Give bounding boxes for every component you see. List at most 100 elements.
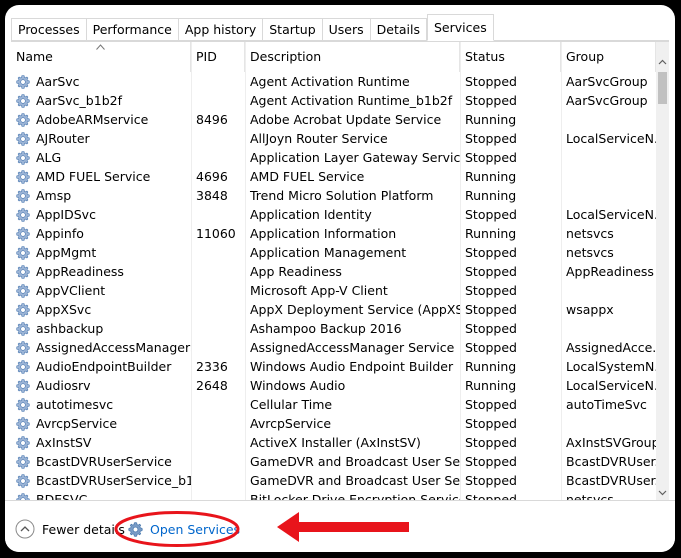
cell-pid <box>191 129 245 148</box>
table-row[interactable]: AJRouter AllJoyn Router Service Stopped Loc… <box>11 129 656 148</box>
cell-status: Running <box>460 376 561 395</box>
cell-name: AssignedAccessManagerSvc <box>11 338 191 357</box>
scroll-down-arrow-icon[interactable] <box>656 484 669 500</box>
table-row[interactable]: AppMgmt Application Management Stopped nets… <box>11 243 656 262</box>
table-row[interactable]: ashbackup Ashampoo Backup 2016 Stopped <box>11 319 656 338</box>
cell-group <box>561 110 656 129</box>
column-header-pid-label: PID <box>196 49 217 64</box>
vertical-scrollbar[interactable] <box>656 42 669 500</box>
column-header-description[interactable]: Description <box>245 42 460 72</box>
cell-description: AppX Deployment Service (AppXSVC) <box>245 300 460 319</box>
table-row[interactable]: AppReadiness App Readiness Stopped AppReadi… <box>11 262 656 281</box>
cell-group: AxInstSVGroup <box>561 433 656 452</box>
cell-group: BcastDVRUser... <box>561 471 656 490</box>
table-row[interactable]: AvrcpService AvrcpService Stopped <box>11 414 656 433</box>
table-row[interactable]: Appinfo 11060 Application Information Runni… <box>11 224 656 243</box>
cell-group: LocalServiceN... <box>561 205 656 224</box>
cell-description: Trend Micro Solution Platform <box>245 186 460 205</box>
gear-icon <box>15 283 31 299</box>
cell-name-text: AudioEndpointBuilder <box>36 359 172 374</box>
table-row[interactable]: AdobeARMservice 8496 Adobe Acrobat Update … <box>11 110 656 129</box>
table-row[interactable]: AppVClient Microsoft App-V Client Stopped <box>11 281 656 300</box>
table-row[interactable]: Audiosrv 2648 Windows Audio Running LocalSer… <box>11 376 656 395</box>
gear-icon <box>15 340 31 356</box>
cell-status-text: Stopped <box>465 283 517 298</box>
table-row[interactable]: AudioEndpointBuilder 2336 Windows Audio En… <box>11 357 656 376</box>
cell-description-text: BitLocker Drive Encryption Service <box>250 492 460 500</box>
table-row[interactable]: autotimesvc Cellular Time Stopped autoTimeS… <box>11 395 656 414</box>
cell-name: AppVClient <box>11 281 191 300</box>
cell-pid <box>191 433 245 452</box>
cell-group: AppReadiness <box>561 262 656 281</box>
cell-name-text: AppXSvc <box>36 302 92 317</box>
cell-description: AvrcpService <box>245 414 460 433</box>
table-row[interactable]: AarSvc_b1b2f Agent Activation Runtime_b1b… <box>11 91 656 110</box>
cell-name-text: AMD FUEL Service <box>36 169 151 184</box>
cell-group-text: netsvcs <box>566 226 614 241</box>
cell-status: Stopped <box>460 91 561 110</box>
cell-pid <box>191 395 245 414</box>
column-header-status[interactable]: Status <box>460 42 561 72</box>
gear-icon <box>15 454 31 470</box>
cell-status-text: Stopped <box>465 207 517 222</box>
cell-name-text: Audiosrv <box>36 378 91 393</box>
table-row[interactable]: ALG Application Layer Gateway Service Stop… <box>11 148 656 167</box>
gear-icon <box>15 435 31 451</box>
tab-startup[interactable]: Startup <box>263 18 323 41</box>
tab-performance[interactable]: Performance <box>86 18 179 41</box>
footer-bar: Fewer details Open Services <box>5 500 675 552</box>
cell-status: Stopped <box>460 205 561 224</box>
table-row[interactable]: BcastDVRUserService_b1b2f GameDVR and Bro… <box>11 471 656 490</box>
cell-pid: 3848 <box>191 186 245 205</box>
fewer-details-button[interactable]: Fewer details <box>15 518 125 540</box>
tab-users[interactable]: Users <box>322 18 371 41</box>
cell-name-text: BDESVC <box>36 492 88 500</box>
column-header-name[interactable]: Name <box>11 42 191 72</box>
cell-status-text: Stopped <box>465 245 517 260</box>
cell-name: AarSvc_b1b2f <box>11 91 191 110</box>
cell-group: LocalSystemN... <box>561 357 656 376</box>
table-row[interactable]: AxInstSV ActiveX Installer (AxInstSV) Stop… <box>11 433 656 452</box>
cell-description-text: Application Information <box>250 226 397 241</box>
cell-description: GameDVR and Broadcast User Service <box>245 452 460 471</box>
cell-status-text: Stopped <box>465 397 517 412</box>
tab-details[interactable]: Details <box>370 18 427 41</box>
gear-icon <box>15 245 31 261</box>
cell-description: Ashampoo Backup 2016 <box>245 319 460 338</box>
cell-status: Stopped <box>460 129 561 148</box>
cell-pid: 2648 <box>191 376 245 395</box>
column-header-group[interactable]: Group <box>561 42 656 72</box>
tab-processes[interactable]: Processes <box>11 18 87 41</box>
cell-status: Stopped <box>460 281 561 300</box>
table-row[interactable]: AssignedAccessManagerSvc AssignedAccessMa… <box>11 338 656 357</box>
cell-status: Stopped <box>460 72 561 91</box>
cell-status-text: Stopped <box>465 302 517 317</box>
column-header-pid[interactable]: PID <box>191 42 245 72</box>
scroll-up-arrow-icon[interactable] <box>656 54 669 71</box>
table-row[interactable]: AMD FUEL Service 4696 AMD FUEL Service Runn… <box>11 167 656 186</box>
table-row[interactable]: Amsp 3848 Trend Micro Solution Platform Run… <box>11 186 656 205</box>
table-row[interactable]: AppXSvc AppX Deployment Service (AppXSVC)… <box>11 300 656 319</box>
cell-status: Stopped <box>460 395 561 414</box>
cell-group-text: AarSvcGroup <box>566 74 648 89</box>
cell-group: LocalServiceN... <box>561 129 656 148</box>
table-row[interactable]: BcastDVRUserService GameDVR and Broadcast… <box>11 452 656 471</box>
table-row[interactable]: AarSvc Agent Activation Runtime Stopped Aar… <box>11 72 656 91</box>
table-row[interactable]: BDESVC BitLocker Drive Encryption Service… <box>11 490 656 500</box>
cell-name: Amsp <box>11 186 191 205</box>
tab-services[interactable]: Services <box>427 14 494 41</box>
cell-pid <box>191 319 245 338</box>
cell-group-text: BcastDVRUser... <box>566 454 656 469</box>
tab-app-history[interactable]: App history <box>178 18 264 41</box>
cell-status-text: Stopped <box>465 416 517 431</box>
cell-status-text: Stopped <box>465 150 517 165</box>
services-table: Name PID Description Status Group AarSvc… <box>11 41 669 500</box>
cell-status: Stopped <box>460 262 561 281</box>
cell-description-text: AMD FUEL Service <box>250 169 365 184</box>
table-row[interactable]: AppIDSvc Application Identity Stopped Local… <box>11 205 656 224</box>
cell-status: Stopped <box>460 452 561 471</box>
scroll-thumb[interactable] <box>658 72 667 104</box>
cell-description: Agent Activation Runtime <box>245 72 460 91</box>
cell-description: ActiveX Installer (AxInstSV) <box>245 433 460 452</box>
cell-name: AppIDSvc <box>11 205 191 224</box>
